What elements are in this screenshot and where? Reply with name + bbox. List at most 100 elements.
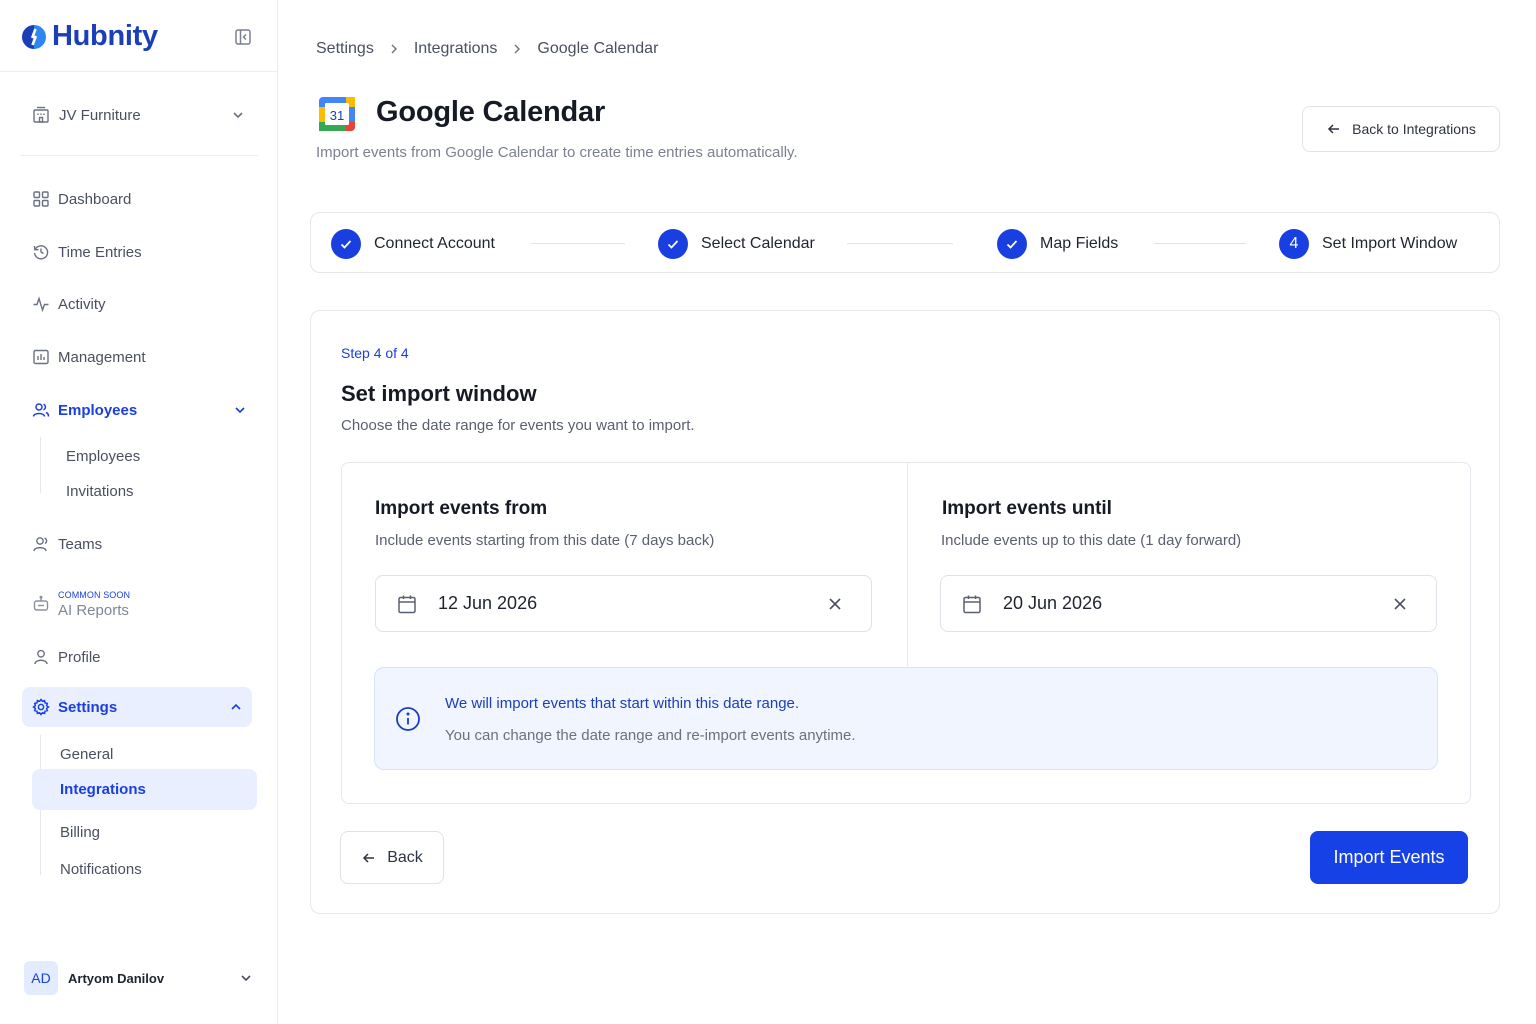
info-secondary-text: You can change the date range and re-imp…: [445, 727, 856, 744]
from-title: Import events from: [375, 498, 548, 519]
google-calendar-icon: 31: [318, 96, 356, 132]
sidebar-subitem-general[interactable]: General: [60, 744, 113, 764]
gear-icon: [32, 698, 50, 716]
sidebar-item-label: Activity: [58, 295, 106, 313]
from-date-field[interactable]: [375, 575, 872, 632]
sidebar-item-label: Employees: [58, 401, 138, 419]
sidebar-item-profile[interactable]: Profile: [20, 637, 258, 677]
page-title: Google Calendar: [376, 96, 606, 128]
sidebar-item-ai-reports[interactable]: COMMON SOON AI Reports: [20, 584, 258, 624]
sidebar-item-label: Settings: [58, 698, 118, 716]
breadcrumb: Settings Integrations Google Calendar: [316, 38, 658, 60]
info-icon: [396, 707, 420, 731]
from-date-input[interactable]: [438, 593, 798, 614]
step-connector: [531, 243, 625, 244]
step-connector: [847, 243, 953, 244]
org-name: JV Furniture: [59, 106, 141, 124]
sidebar-item-label: Management: [58, 348, 146, 366]
step-label: Select Calendar: [701, 234, 815, 252]
step-select-calendar: Select Calendar: [658, 228, 815, 259]
stepper: Connect Account Select Calendar Map Fiel…: [310, 212, 1500, 273]
breadcrumb-integrations[interactable]: Integrations: [414, 40, 498, 58]
calendar-icon: [963, 595, 981, 613]
sidebar-subitem-integrations[interactable]: Integrations: [32, 769, 257, 810]
divider: [907, 463, 908, 666]
step-label: Set Import Window: [1322, 234, 1458, 252]
user-menu[interactable]: AD Artyom Danilov: [24, 960, 260, 996]
building-icon: [33, 106, 49, 123]
user-name: Artyom Danilov: [68, 970, 165, 986]
tree-line: [40, 437, 41, 493]
sidebar-item-employees[interactable]: Employees: [20, 390, 258, 430]
breadcrumb-current: Google Calendar: [537, 40, 659, 57]
step-count: Step 4 of 4: [341, 345, 409, 361]
check-icon: [1006, 239, 1018, 249]
divider: [0, 71, 277, 72]
step-done-indicator: [658, 228, 688, 259]
back-button[interactable]: Back: [340, 831, 444, 884]
sidebar-item-dashboard[interactable]: Dashboard: [20, 179, 258, 219]
calendar-icon: [398, 595, 416, 613]
arrow-left-icon: [363, 852, 375, 863]
sidebar-subitem-invitations[interactable]: Invitations: [66, 481, 134, 501]
until-title: Import events until: [942, 498, 1112, 519]
until-date-field[interactable]: [940, 575, 1437, 632]
close-icon[interactable]: [827, 596, 843, 612]
chevron-down-icon: [233, 112, 243, 119]
step-current-indicator: 4: [1279, 228, 1309, 259]
sidebar-item-label: Time Entries: [58, 243, 142, 261]
robot-icon: [33, 595, 49, 611]
step-done-indicator: [331, 228, 361, 259]
sidebar-item-activity[interactable]: Activity: [20, 284, 258, 324]
brand-name: Hubnity: [52, 20, 158, 52]
check-icon: [667, 239, 679, 249]
history-icon: [33, 245, 49, 260]
back-to-integrations-button[interactable]: Back to Integrations: [1302, 106, 1500, 152]
sidebar-subitem-employees[interactable]: Employees: [66, 446, 140, 466]
info-primary-text: We will import events that start within …: [445, 695, 800, 712]
users-icon: [32, 403, 50, 417]
divider: [20, 155, 258, 156]
collapse-sidebar-icon[interactable]: [233, 27, 253, 47]
page-subtitle: Import events from Google Calendar to cr…: [316, 144, 798, 161]
hubnity-logo-icon: [22, 24, 46, 49]
breadcrumb-settings[interactable]: Settings: [316, 40, 374, 58]
sidebar-subitem-billing[interactable]: Billing: [60, 822, 100, 842]
until-date-input[interactable]: [1003, 593, 1363, 614]
arrow-left-icon: [1328, 124, 1340, 134]
brand[interactable]: Hubnity: [20, 20, 158, 53]
import-window-card: Step 4 of 4 Set import window Choose the…: [310, 310, 1500, 914]
user-icon: [34, 649, 48, 665]
sidebar-item-teams[interactable]: Teams: [20, 524, 258, 564]
close-icon[interactable]: [1392, 596, 1408, 612]
bar-chart-icon: [33, 349, 49, 365]
sidebar-item-management[interactable]: Management: [20, 337, 258, 377]
back-label: Back: [387, 848, 423, 866]
info-banner: We will import events that start within …: [374, 667, 1438, 770]
sidebar-item-settings[interactable]: Settings: [22, 687, 252, 727]
sidebar: Hubnity JV Furniture Dashboard Time Entr…: [0, 0, 278, 1024]
chevron-right-icon: [391, 44, 397, 54]
sidebar-subitem-notifications[interactable]: Notifications: [60, 859, 142, 879]
import-events-button[interactable]: Import Events: [1310, 831, 1468, 884]
sidebar-item-label: Profile: [58, 648, 101, 666]
step-label: Connect Account: [374, 234, 495, 252]
sidebar-item-label: AI Reports: [58, 601, 129, 619]
chevron-up-icon: [231, 703, 241, 710]
sidebar-item-label: Dashboard: [58, 190, 132, 208]
chevron-down-icon: [235, 407, 245, 414]
step-map-fields: Map Fields: [997, 228, 1118, 259]
step-done-indicator: [997, 228, 1027, 259]
avatar: AD: [24, 961, 58, 995]
from-subtitle: Include events starting from this date (…: [375, 532, 715, 549]
calendar-day: 31: [330, 108, 344, 123]
sidebar-item-time-entries[interactable]: Time Entries: [20, 232, 258, 272]
date-range-panel: Import events from Include events starti…: [341, 462, 1471, 804]
dashboard-icon: [33, 191, 49, 207]
coming-soon-badge: COMMON SOON: [58, 589, 131, 600]
org-switcher[interactable]: JV Furniture: [20, 96, 258, 134]
back-to-integrations-label: Back to Integrations: [1352, 121, 1476, 137]
step-connector: [1154, 243, 1246, 244]
activity-icon: [33, 296, 49, 313]
check-icon: [340, 239, 352, 249]
